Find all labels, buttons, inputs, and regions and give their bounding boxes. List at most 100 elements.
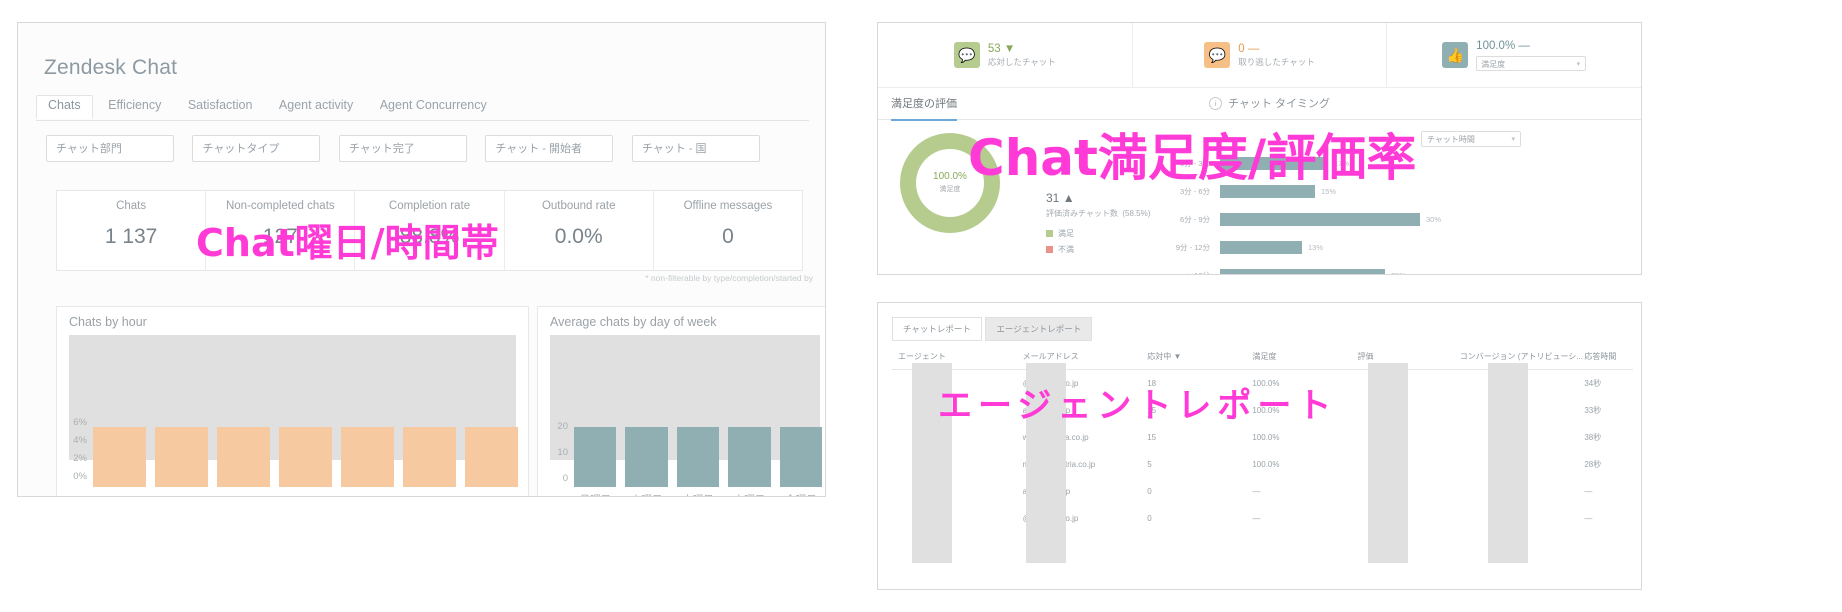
bar-hour-16[interactable]: [465, 427, 518, 487]
legend-swatch-green: [1046, 230, 1053, 237]
satisfaction-legend: 満足 不満: [1046, 228, 1074, 260]
satisfaction-metric-select[interactable]: 満足度: [1476, 56, 1587, 72]
hbar-0-3[interactable]: [1220, 156, 1328, 170]
avg-chats-by-day-xaxis: 月曜日 火曜日 水曜日 木曜日 金曜日: [574, 492, 822, 496]
tab-agent-activity[interactable]: Agent activity: [268, 96, 364, 118]
hbar-value-over-12: 25%: [1391, 270, 1407, 275]
kpi-completion-rate-label: Completion rate: [388, 200, 471, 212]
filter-chat-type[interactable]: チャットタイプ: [192, 135, 321, 162]
satisfaction-panel: 💬 53 ▼ 応対したチャット 💬 0 — 取り逃したチャット 👍 100.0%…: [877, 22, 1642, 275]
satisfaction-kpi-row: 💬 53 ▼ 応対したチャット 💬 0 — 取り逃したチャット 👍 100.0%…: [878, 23, 1641, 88]
legend-label-satisfied: 満足: [1058, 229, 1074, 238]
bar-monday[interactable]: [574, 427, 617, 487]
cell-active: 15: [1147, 433, 1157, 442]
bar-hour-13[interactable]: [279, 427, 332, 487]
kpi-served-chats-value: 53: [987, 42, 1001, 55]
col-agent[interactable]: エージェント: [892, 351, 1023, 362]
trend-flat-icon: —: [1247, 42, 1260, 55]
kpi-chats-label: Chats: [116, 200, 147, 212]
hbar-over-12[interactable]: [1220, 268, 1385, 274]
bar-friday[interactable]: [779, 427, 823, 487]
kpi-satisfaction: 👍 100.0% — 満足度: [1387, 23, 1641, 87]
trend-down-icon: ▼: [1003, 42, 1016, 55]
xlabel-wednesday: 水曜日: [677, 492, 719, 496]
bar-thursday[interactable]: [728, 427, 771, 487]
tab-satisfaction-rating[interactable]: 満足度の評価: [891, 95, 957, 121]
kpi-satisfaction-value: 100.0%: [1476, 39, 1516, 52]
cell-satisfaction: 100.0%: [1252, 460, 1280, 469]
tab-chat-report[interactable]: チャットレポート: [892, 317, 982, 341]
trend-up-icon: ▲: [1062, 191, 1075, 205]
y-tick-4: 4%: [73, 435, 87, 446]
redaction-block-rating: [1368, 363, 1408, 563]
hbar-label-3-6: 3分 - 6分: [1179, 186, 1210, 196]
col-response-time[interactable]: 応答時間: [1584, 351, 1633, 362]
legend-item-dissatisfied[interactable]: 不満: [1046, 244, 1074, 255]
xlabel-12: 12: [217, 496, 270, 497]
kpi-offline-messages-value: 0: [722, 225, 734, 248]
zendesk-chat-panel: Zendesk Chat Chats Efficiency Satisfacti…: [17, 22, 826, 497]
redaction-block-conversion: [1488, 363, 1528, 563]
kpi-footnote: * non-filterable by type/completion/star…: [645, 273, 813, 283]
hbar-label-6-9: 6分 - 9分: [1179, 214, 1210, 224]
tab-efficiency[interactable]: Efficiency: [97, 96, 172, 118]
hbar-row-3-6: 3分 - 6分 15%: [1158, 179, 1627, 203]
xlabel-11: 11: [155, 496, 208, 497]
hbar-3-6[interactable]: [1220, 184, 1315, 198]
xlabel-14: 14: [341, 496, 394, 497]
col-conversion[interactable]: コンバージョン (アトリビューシ...: [1460, 351, 1585, 362]
tab-chat-timing[interactable]: チャット タイミング: [1228, 95, 1330, 119]
bar-hour-15[interactable]: [403, 427, 456, 487]
bar-hour-12[interactable]: [217, 427, 270, 487]
xlabel-10: 10: [93, 496, 146, 497]
col-rating[interactable]: 評価: [1358, 351, 1460, 362]
chats-by-hour-chart: Chats by hour 6% 4% 2% 0% 10: [56, 306, 529, 497]
hbar-row-6-9: 6分 - 9分 30%: [1158, 207, 1627, 231]
legend-item-satisfied[interactable]: 満足: [1046, 228, 1074, 239]
hbar-label-over-12: > 12分: [1187, 270, 1210, 275]
col-satisfaction[interactable]: 満足度: [1252, 351, 1357, 362]
xlabel-15: 15: [403, 496, 456, 497]
bar-tuesday[interactable]: [625, 427, 668, 487]
kpi-missed-chats-value: 0: [1238, 42, 1245, 55]
xlabel-13: 13: [279, 496, 332, 497]
kpi-missed-chats: 💬 0 — 取り逃したチャット: [1133, 23, 1388, 87]
tab-satisfaction[interactable]: Satisfaction: [177, 96, 264, 118]
chat-duration-select[interactable]: チャット時間: [1421, 131, 1521, 148]
tab-chats[interactable]: Chats: [36, 95, 93, 119]
rated-chats-count: 31: [1046, 191, 1060, 205]
avg-chats-by-day-bars: [574, 421, 823, 487]
bar-hour-14[interactable]: [341, 427, 394, 487]
kpi-completion-rate: Completion rate 88.8%: [355, 191, 505, 270]
bar-hour-11[interactable]: [155, 427, 208, 487]
col-email[interactable]: メールアドレス: [1023, 351, 1148, 362]
bar-hour-10[interactable]: [93, 427, 146, 487]
info-icon[interactable]: i: [1209, 97, 1222, 110]
xlabel-tuesday: 火曜日: [625, 492, 667, 496]
filter-chat-started-by[interactable]: チャット - 開始者: [485, 135, 614, 162]
kpi-outbound-rate-label: Outbound rate: [541, 200, 616, 212]
cell-satisfaction: —: [1252, 487, 1261, 496]
tab-agent-concurrency[interactable]: Agent Concurrency: [369, 96, 498, 118]
cell-active: 0: [1147, 514, 1152, 523]
rated-chats-label: 評価済みチャット数: [1046, 209, 1118, 218]
col-active[interactable]: 応対中 ▼: [1147, 351, 1252, 362]
tab-agent-report[interactable]: エージェントレポート: [985, 317, 1093, 341]
filter-chat-country[interactable]: チャット - 国: [631, 135, 760, 162]
filter-chat-department[interactable]: チャット部門: [46, 135, 174, 162]
kpi-missed-chats-label: 取り逃したチャット: [1238, 57, 1315, 68]
xlabel-16: 16: [465, 496, 518, 497]
bar-wednesday[interactable]: [676, 427, 720, 487]
page-title: Zendesk Chat: [44, 56, 178, 79]
chats-by-hour-xaxis: 10 11 12 13 14 15 16: [93, 496, 518, 497]
cell-satisfaction: —: [1252, 514, 1261, 523]
filter-chat-completion[interactable]: チャット完了: [338, 135, 467, 162]
donut-center-value: 100.0%: [933, 171, 967, 182]
kpi-non-completed-chats: Non-completed chats 127: [206, 191, 356, 270]
hbar-6-9[interactable]: [1220, 212, 1420, 226]
y-tick-6: 6%: [73, 417, 87, 428]
y-tick-20: 20: [557, 421, 568, 432]
hbar-row-over-12: > 12分 25%: [1158, 263, 1627, 275]
hbar-value-3-6: 15%: [1321, 186, 1337, 196]
hbar-9-12[interactable]: [1220, 240, 1302, 254]
